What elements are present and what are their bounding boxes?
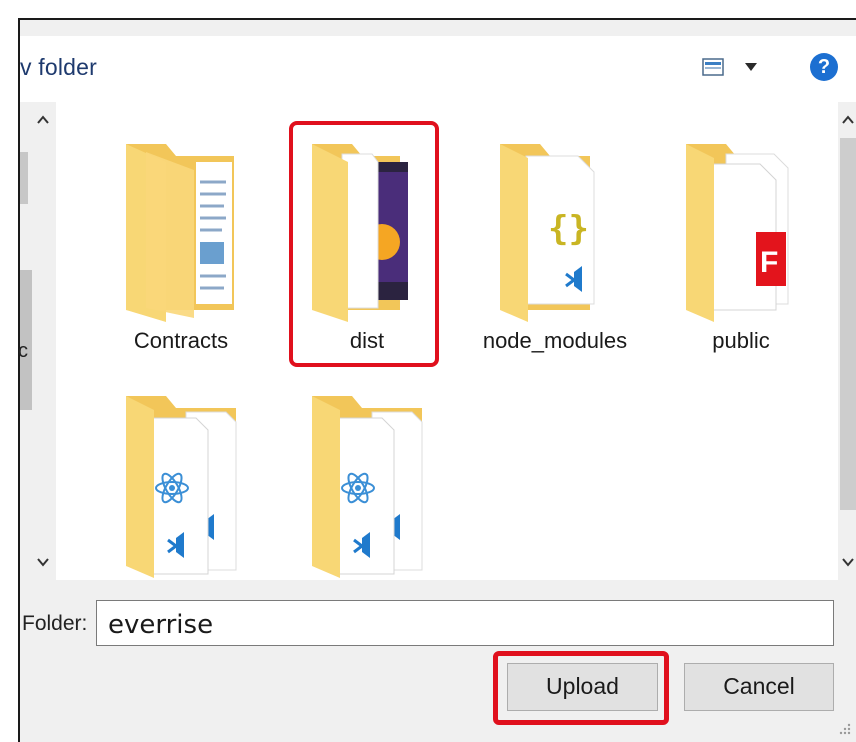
chevron-up-icon[interactable] <box>36 113 50 127</box>
folder-icon <box>126 396 237 578</box>
folder-item[interactable] <box>282 388 452 628</box>
chevron-down-icon[interactable] <box>744 62 758 72</box>
resize-grip-icon[interactable] <box>836 722 852 736</box>
cancel-button[interactable]: Cancel <box>684 663 834 711</box>
scrollbar-thumb[interactable] <box>840 138 856 510</box>
highlight-box-upload <box>493 651 669 725</box>
chevron-up-icon[interactable] <box>842 113 854 127</box>
svg-text:F: F <box>760 246 778 279</box>
folder-label: Contracts <box>133 328 229 353</box>
folder-item-contracts[interactable]: Contracts <box>96 132 266 372</box>
highlight-box-dist <box>289 121 439 367</box>
folder-icon <box>312 396 423 578</box>
folder-icon <box>126 144 234 322</box>
folder-label: public <box>712 328 770 353</box>
background-strip-left <box>0 0 18 740</box>
nav-scrollbar-thumb[interactable] <box>20 152 28 204</box>
change-view-icon[interactable] <box>702 58 724 76</box>
folder-icon: F <box>686 144 789 322</box>
chevron-down-icon[interactable] <box>36 555 50 569</box>
folder-item[interactable] <box>96 388 266 628</box>
nav-item-fragment[interactable]: c <box>18 340 28 363</box>
chevron-down-icon[interactable] <box>842 555 854 569</box>
background-strip-top <box>0 0 856 18</box>
folder-item-node-modules[interactable]: {} node_modules <box>470 132 640 372</box>
dialog-title: v folder <box>20 54 98 80</box>
folder-item-public[interactable]: F public <box>656 132 826 372</box>
svg-text:{}: {} <box>548 209 589 249</box>
folder-label: node_modules <box>482 328 628 353</box>
folder-name-value[interactable]: everrise <box>108 610 213 640</box>
help-icon[interactable]: ? <box>810 53 838 81</box>
dialog-header: v folder <box>20 36 856 102</box>
folder-icon: {} <box>500 144 595 322</box>
folder-field-label: Folder: <box>22 612 88 635</box>
